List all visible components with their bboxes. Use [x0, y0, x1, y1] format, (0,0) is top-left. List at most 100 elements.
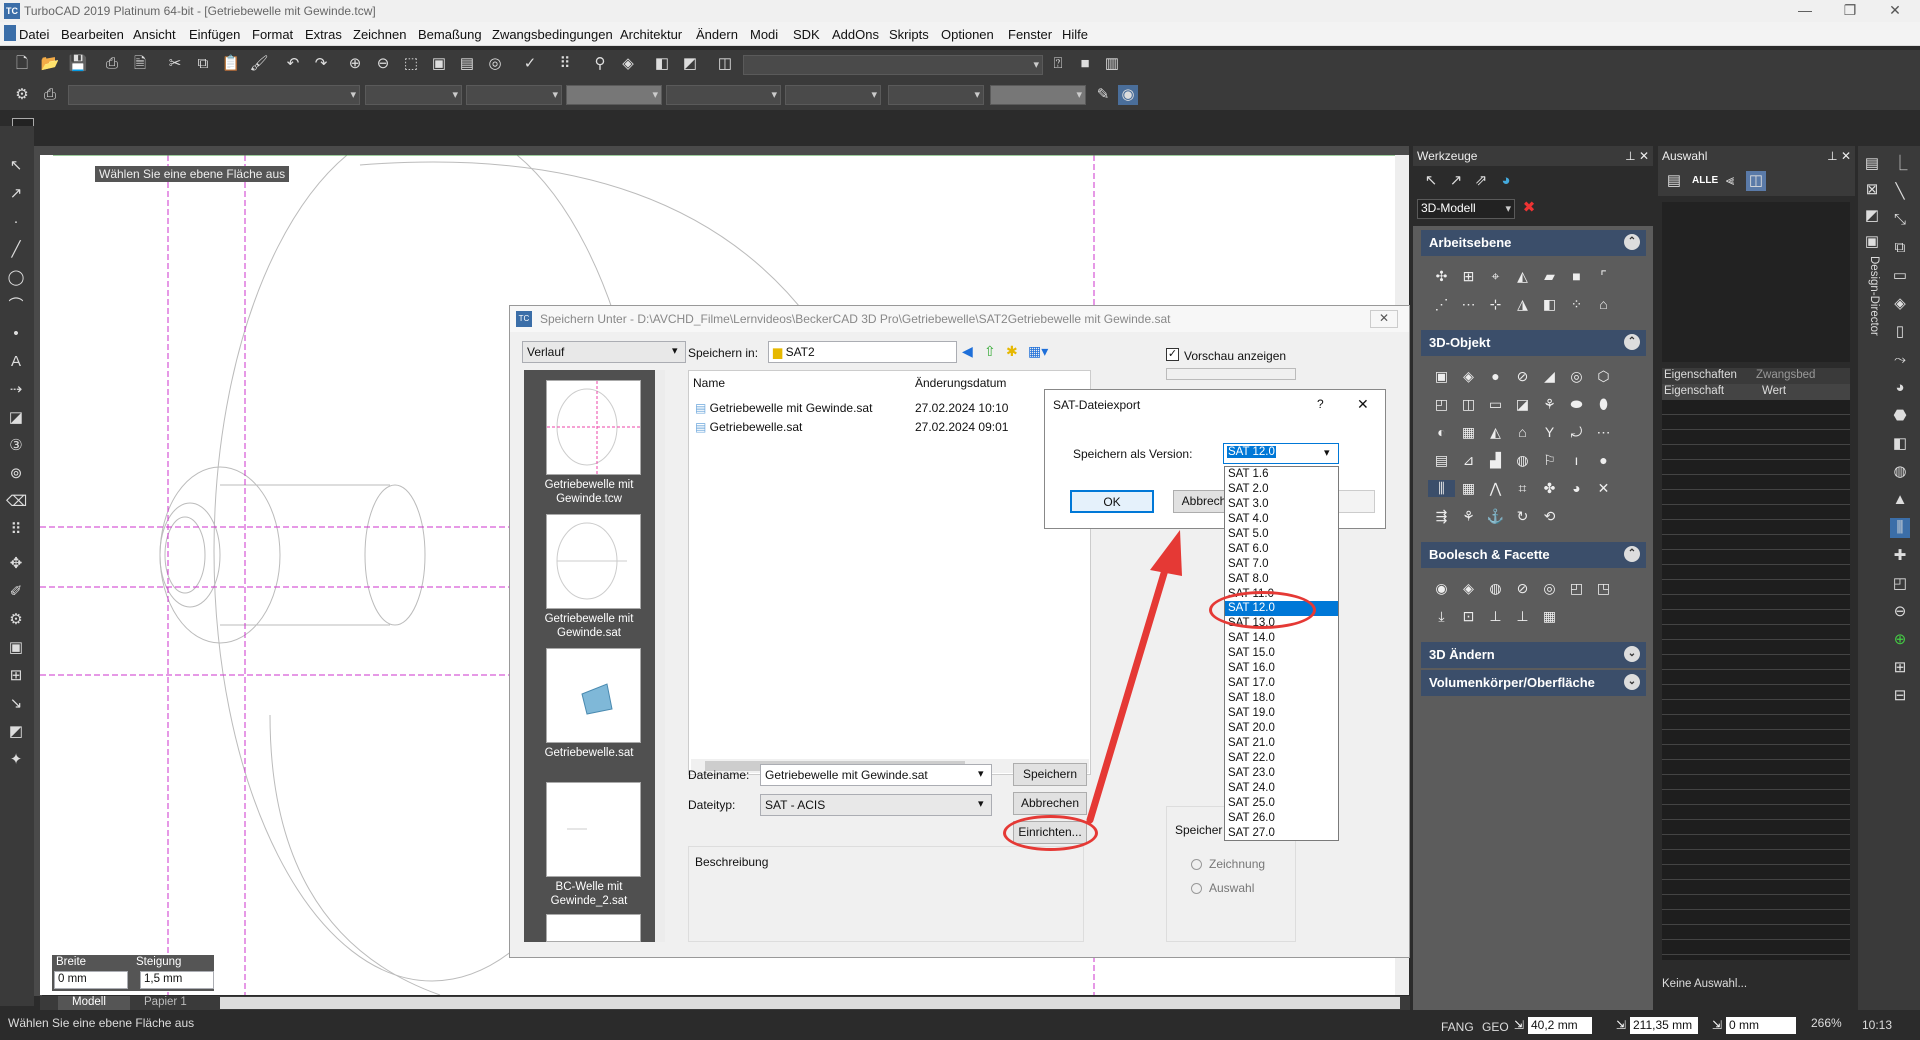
- tab-zwangsbed[interactable]: Zwangsbed: [1756, 369, 1815, 381]
- side-icon[interactable]: ⤳: [1890, 350, 1910, 370]
- zoom-out-icon[interactable]: ⊖: [373, 54, 393, 74]
- 3d-icon[interactable]: ⋀: [1482, 480, 1509, 497]
- 3d-icon[interactable]: ◪: [1509, 396, 1536, 413]
- radio-zeichnung[interactable]: [1191, 859, 1202, 870]
- wp-icon[interactable]: ⊹: [1482, 296, 1509, 313]
- side-icon[interactable]: ▣: [1862, 232, 1882, 252]
- bool-icon[interactable]: ⊥: [1482, 608, 1509, 625]
- select-icon[interactable]: ↖: [6, 156, 26, 176]
- color-combo[interactable]: [365, 85, 462, 105]
- section-boolesch[interactable]: Boolesch & Facette ⌃: [1421, 542, 1646, 568]
- side-icon[interactable]: ⬣: [1890, 406, 1910, 426]
- collapse-icon[interactable]: ⌃: [1624, 334, 1640, 350]
- 3d-icon[interactable]: ▦: [1455, 480, 1482, 497]
- 3d-icon[interactable]: ◰: [1428, 396, 1455, 413]
- thumb-3[interactable]: [546, 648, 641, 743]
- side-icon[interactable]: ◕: [1890, 378, 1910, 398]
- menu-sdk[interactable]: SDK: [793, 27, 820, 42]
- side-icon[interactable]: ⊟: [1890, 686, 1910, 706]
- settings-gear-icon[interactable]: ⚙: [6, 610, 26, 630]
- 3d-icon[interactable]: ⬬: [1563, 396, 1590, 413]
- wp-icon[interactable]: ⊞: [1455, 268, 1482, 285]
- menu-bearbeiten[interactable]: Bearbeiten: [61, 27, 124, 42]
- version-option[interactable]: SAT 6.0: [1225, 542, 1338, 557]
- sidebar-scrollbar[interactable]: [655, 370, 665, 942]
- wp-icon[interactable]: ⁘: [1563, 296, 1590, 313]
- 3d-icon[interactable]: ●: [1590, 452, 1617, 468]
- gear-icon[interactable]: ⚙: [12, 85, 32, 105]
- 3d-icon[interactable]: Y: [1536, 424, 1563, 440]
- side-icon[interactable]: ⊕: [1890, 630, 1910, 650]
- version-option[interactable]: SAT 1.6: [1225, 467, 1338, 482]
- 3d-icon[interactable]: ⚐: [1536, 452, 1563, 469]
- menu-ansicht[interactable]: Ansicht: [133, 27, 176, 42]
- bool-icon[interactable]: ⊥: [1509, 608, 1536, 625]
- version-option[interactable]: SAT 15.0: [1225, 646, 1338, 661]
- cylinder-icon[interactable]: ⊘: [1509, 368, 1536, 385]
- check-icon[interactable]: ✓: [520, 54, 540, 74]
- pen-combo[interactable]: [666, 85, 781, 105]
- tab-model[interactable]: Modell: [58, 996, 130, 1010]
- bool-icon[interactable]: ◎: [1536, 580, 1563, 597]
- x-coordinate[interactable]: 40,2 mm: [1528, 1017, 1592, 1034]
- globe-icon[interactable]: ◕: [1496, 171, 1516, 191]
- 3d-icon[interactable]: ▤: [1428, 452, 1455, 469]
- move-icon[interactable]: ✥: [6, 554, 26, 574]
- print-icon[interactable]: ⎙: [102, 54, 122, 74]
- bool-icon[interactable]: ◍: [1482, 580, 1509, 597]
- mode-combo[interactable]: 3D-Modell: [1417, 199, 1515, 219]
- menu-einfuegen[interactable]: Einfügen: [189, 27, 240, 42]
- side-icon[interactable]: ◍: [1890, 462, 1910, 482]
- version-combo[interactable]: SAT 12.0 ▾: [1223, 443, 1339, 464]
- file-list[interactable]: Name Änderungsdatum ▤ Getriebewelle mit …: [688, 370, 1091, 775]
- shape-icon[interactable]: ◪: [6, 408, 26, 428]
- wp-icon[interactable]: ■: [1563, 268, 1590, 284]
- bool-icon[interactable]: ◉: [1428, 580, 1455, 597]
- save-icon[interactable]: 💾: [68, 54, 88, 74]
- thumb-4[interactable]: [546, 782, 641, 877]
- side-icon[interactable]: ⊞: [1890, 658, 1910, 678]
- col-name-header[interactable]: Name: [693, 376, 725, 390]
- menu-aendern[interactable]: Ändern: [696, 27, 738, 42]
- side-icon[interactable]: ⎿: [1890, 154, 1910, 174]
- file-row[interactable]: ▤ Getriebewelle.sat 27.02.2024 09:01: [695, 420, 1095, 436]
- revolve-icon[interactable]: ⊚: [6, 464, 26, 484]
- 3d-icon[interactable]: ı: [1563, 452, 1590, 468]
- dimension-icon[interactable]: ⇢: [6, 380, 26, 400]
- arc-icon[interactable]: ⌒: [6, 296, 26, 316]
- version-option[interactable]: SAT 18.0: [1225, 691, 1338, 706]
- version-option[interactable]: SAT 4.0: [1225, 512, 1338, 527]
- eraser-icon[interactable]: ⌫: [6, 492, 27, 512]
- section-volumen[interactable]: Volumenkörper/Oberfläche ⌄: [1421, 670, 1646, 696]
- cube-icon[interactable]: ◈: [1455, 368, 1482, 385]
- restore-button[interactable]: ❐: [1835, 2, 1865, 19]
- steigung-input[interactable]: 1,5 mm: [140, 971, 214, 989]
- col-date-header[interactable]: Änderungsdatum: [915, 376, 1006, 390]
- select-tool-icon[interactable]: ↖: [1421, 171, 1441, 191]
- section-3d-objekt[interactable]: 3D-Objekt ⌃: [1421, 330, 1646, 356]
- side-icon[interactable]: ▭: [1890, 266, 1910, 286]
- minimize-button[interactable]: —: [1790, 2, 1820, 18]
- version-option[interactable]: SAT 5.0: [1225, 527, 1338, 542]
- prism-icon[interactable]: ⬡: [1590, 368, 1617, 385]
- command-combo[interactable]: [743, 55, 1043, 75]
- wp-icon[interactable]: ⋰: [1428, 296, 1455, 313]
- linewidth-combo[interactable]: [566, 85, 662, 105]
- collapse-icon[interactable]: ⌃: [1624, 546, 1640, 562]
- filetype-combo[interactable]: SAT - ACIS: [760, 794, 992, 816]
- thumb-2[interactable]: [546, 514, 641, 609]
- light-icon[interactable]: ✦: [6, 750, 26, 770]
- frame-icon[interactable]: ▣: [6, 638, 26, 658]
- square-icon[interactable]: ■: [1075, 54, 1095, 74]
- snap-tool-icon[interactable]: ⊞: [6, 666, 26, 686]
- menu-architektur[interactable]: Architektur: [620, 27, 682, 42]
- side-icon[interactable]: ◧: [1890, 434, 1910, 454]
- status-geo[interactable]: GEO: [1482, 1020, 1509, 1034]
- design-director-tab[interactable]: Design-Director: [1866, 256, 1880, 456]
- bool-icon[interactable]: ▦: [1536, 608, 1563, 625]
- version-option[interactable]: SAT 3.0: [1225, 497, 1338, 512]
- menu-zeichnen[interactable]: Zeichnen: [353, 27, 406, 42]
- 3d-icon[interactable]: ⚘: [1536, 396, 1563, 413]
- pin-close-icon[interactable]: ⊥ ✕: [1625, 149, 1649, 163]
- wp-icon[interactable]: ⋯: [1455, 296, 1482, 313]
